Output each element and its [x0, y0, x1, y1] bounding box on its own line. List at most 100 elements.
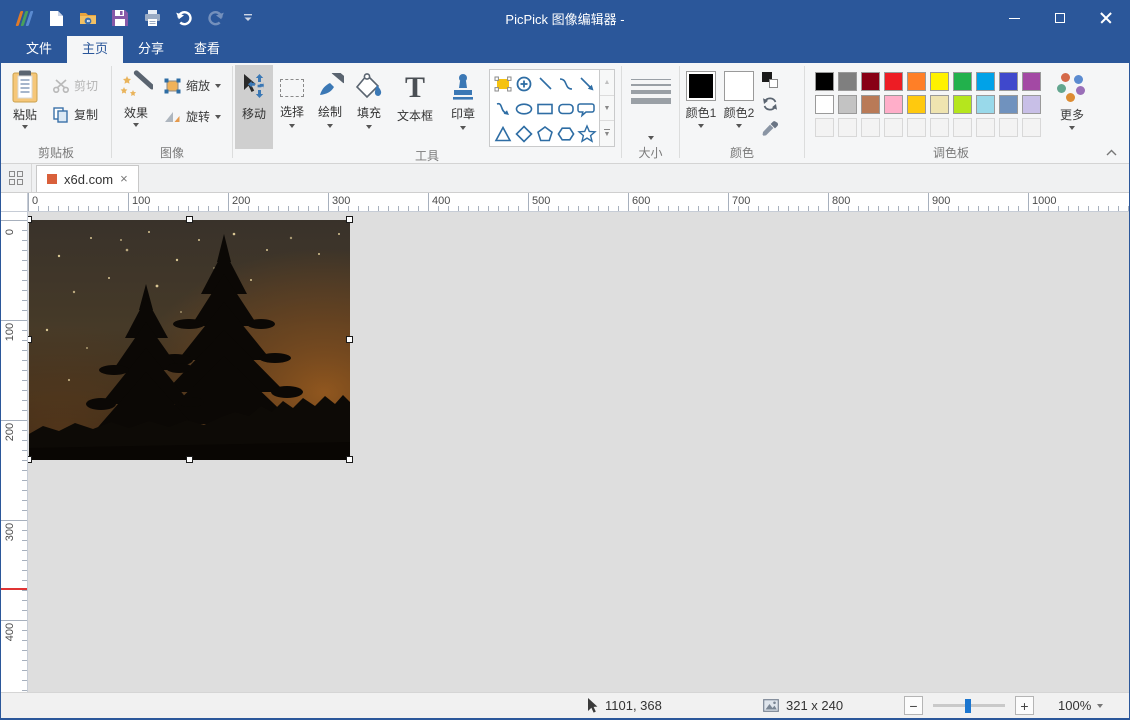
palette-swatch-000000[interactable] — [815, 72, 834, 91]
palette-swatch-c3c3c3[interactable] — [838, 95, 857, 114]
gallery-scroll-up[interactable]: ▲ — [600, 70, 614, 96]
shape-rectangle-icon[interactable] — [534, 96, 555, 121]
palette-swatch-b97a57[interactable] — [861, 95, 880, 114]
minimize-button[interactable] — [991, 0, 1037, 36]
palette-swatch-empty[interactable] — [930, 118, 949, 137]
more-colors-button[interactable]: 更多 — [1049, 65, 1095, 130]
collapse-ribbon-icon[interactable] — [1106, 148, 1117, 159]
palette-swatch-00a2e8[interactable] — [976, 72, 995, 91]
copy-button[interactable]: 复制 — [53, 106, 98, 123]
swap-colors-icon[interactable] — [762, 72, 778, 88]
shape-circle-plus-icon[interactable] — [513, 71, 534, 96]
palette-swatch-a349a4[interactable] — [1022, 72, 1041, 91]
shape-star-icon[interactable] — [576, 121, 597, 146]
draw-tool-button[interactable]: 绘制 — [311, 65, 349, 149]
gallery-scroll-down[interactable]: ▼ — [600, 96, 614, 122]
close-button[interactable] — [1083, 0, 1129, 36]
qat-dropdown-icon[interactable] — [237, 7, 259, 29]
effects-button[interactable]: 效果 — [114, 65, 158, 127]
resize-button[interactable]: 缩放 — [164, 77, 221, 94]
palette-swatch-ffffff[interactable] — [815, 95, 834, 114]
redo-icon[interactable] — [205, 7, 227, 29]
shape-curve-icon[interactable] — [555, 71, 576, 96]
selection-handle[interactable] — [346, 216, 353, 223]
palette-swatch-99d9ea[interactable] — [976, 95, 995, 114]
new-file-icon[interactable] — [45, 7, 67, 29]
palette-swatch-880015[interactable] — [861, 72, 880, 91]
shape-line-icon[interactable] — [534, 71, 555, 96]
selection-handle[interactable] — [186, 216, 193, 223]
shape-ellipse-icon[interactable] — [513, 96, 534, 121]
palette-swatch-efe4b0[interactable] — [930, 95, 949, 114]
select-tool-button[interactable]: 选择 — [273, 65, 311, 149]
zoom-slider-handle[interactable] — [965, 699, 971, 713]
edited-image[interactable] — [29, 220, 350, 460]
shape-arrow-icon[interactable] — [576, 71, 597, 96]
eyedropper-icon[interactable] — [762, 120, 778, 137]
palette-swatch-fff200[interactable] — [930, 72, 949, 91]
palette-swatch-empty[interactable] — [815, 118, 834, 137]
palette-swatch-empty[interactable] — [861, 118, 880, 137]
cut-button[interactable]: 剪切 — [53, 77, 98, 94]
palette-swatch-empty[interactable] — [953, 118, 972, 137]
shape-diamond-icon[interactable] — [513, 121, 534, 146]
tab-view[interactable]: 查看 — [179, 33, 235, 63]
shape-rounded-rect-icon[interactable] — [555, 96, 576, 121]
tab-home[interactable]: 主页 — [67, 33, 123, 63]
shape-pentagon-icon[interactable] — [534, 121, 555, 146]
tab-file[interactable]: 文件 — [11, 33, 67, 63]
selection-handle[interactable] — [28, 456, 32, 463]
palette-swatch-b5e61d[interactable] — [953, 95, 972, 114]
selection-handle[interactable] — [346, 336, 353, 343]
palette-swatch-3f48cc[interactable] — [999, 72, 1018, 91]
stamp-tool-button[interactable]: 印章 — [441, 65, 485, 149]
paste-button[interactable]: 粘贴 — [3, 65, 47, 129]
palette-swatch-7f7f7f[interactable] — [838, 72, 857, 91]
shape-hexagon-icon[interactable] — [555, 121, 576, 146]
fill-tool-button[interactable]: 填充 — [349, 65, 389, 149]
shape-speech-bubble-icon[interactable] — [576, 96, 597, 121]
tab-share[interactable]: 分享 — [123, 33, 179, 63]
selection-handle[interactable] — [28, 336, 32, 343]
palette-swatch-ffaec9[interactable] — [884, 95, 903, 114]
palette-swatch-22b14c[interactable] — [953, 72, 972, 91]
palette-swatch-empty[interactable] — [999, 118, 1018, 137]
selection-handle[interactable] — [28, 216, 32, 223]
palette-swatch-ed1c24[interactable] — [884, 72, 903, 91]
undo-icon[interactable] — [173, 7, 195, 29]
zoom-slider[interactable] — [933, 704, 1005, 707]
save-icon[interactable] — [109, 7, 131, 29]
line-size-icon[interactable] — [631, 79, 671, 104]
print-icon[interactable] — [141, 7, 163, 29]
zoom-out-button[interactable]: − — [904, 696, 923, 715]
shape-triangle-icon[interactable] — [492, 121, 513, 146]
size-caret[interactable] — [648, 136, 654, 140]
canvas[interactable] — [28, 212, 1129, 692]
palette-swatch-empty[interactable] — [976, 118, 995, 137]
rotate-button[interactable]: 旋转 — [164, 108, 221, 125]
gallery-more-button[interactable]: ▼ — [600, 121, 614, 146]
shape-rect-selected-icon[interactable] — [492, 71, 513, 96]
zoom-level[interactable]: 100% — [1058, 693, 1103, 718]
open-folder-icon[interactable] — [77, 7, 99, 29]
selection-handle[interactable] — [346, 456, 353, 463]
palette-swatch-empty[interactable] — [1022, 118, 1041, 137]
selection-handle[interactable] — [186, 456, 193, 463]
palette-swatch-7092be[interactable] — [999, 95, 1018, 114]
move-tool-button[interactable]: 移动 — [235, 65, 273, 149]
sync-colors-icon[interactable] — [762, 96, 778, 112]
maximize-button[interactable] — [1037, 0, 1083, 36]
palette-swatch-empty[interactable] — [838, 118, 857, 137]
palette-swatch-empty[interactable] — [884, 118, 903, 137]
color2-button[interactable]: 颜色2 — [720, 65, 758, 128]
zoom-in-button[interactable]: + — [1015, 696, 1034, 715]
document-tab-close-icon[interactable]: × — [120, 174, 128, 184]
tab-list-button[interactable] — [1, 164, 32, 192]
color1-button[interactable]: 颜色1 — [682, 65, 720, 128]
palette-swatch-ffc90e[interactable] — [907, 95, 926, 114]
palette-swatch-ff7f27[interactable] — [907, 72, 926, 91]
textbox-tool-button[interactable]: T 文本框 — [389, 65, 441, 149]
document-tab[interactable]: x6d.com × — [36, 165, 139, 192]
palette-swatch-c8bfe7[interactable] — [1022, 95, 1041, 114]
palette-swatch-empty[interactable] — [907, 118, 926, 137]
